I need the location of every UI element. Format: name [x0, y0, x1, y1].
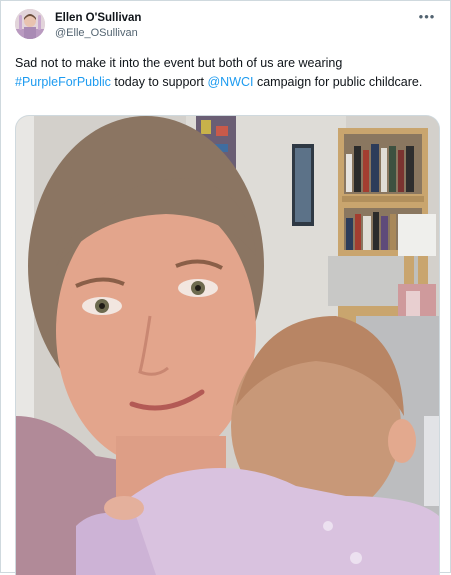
avatar[interactable]	[15, 9, 45, 39]
tweet-text: Sad not to make it into the event but bo…	[15, 54, 425, 92]
tweet-text-part: campaign for public childcare.	[253, 75, 423, 89]
more-horizontal-icon[interactable]: •••	[416, 9, 438, 25]
tweet-photo[interactable]	[15, 115, 440, 575]
mention-link[interactable]: @NWCI	[207, 75, 253, 89]
avatar-image	[15, 9, 45, 39]
hashtag-link[interactable]: #PurpleForPublic	[15, 75, 111, 89]
tweet-header: Ellen O'Sullivan @Elle_OSullivan •••	[15, 9, 438, 43]
photo-image	[16, 116, 439, 575]
tweet-card[interactable]: Ellen O'Sullivan @Elle_OSullivan ••• Sad…	[0, 0, 451, 575]
author-names: Ellen O'Sullivan @Elle_OSullivan	[55, 11, 141, 40]
tweet-text-part: today to support	[110, 75, 208, 89]
user-handle[interactable]: @Elle_OSullivan	[55, 26, 141, 40]
tweet-text-part: Sad not to make it into the event but bo…	[15, 56, 343, 70]
display-name[interactable]: Ellen O'Sullivan	[55, 11, 141, 25]
